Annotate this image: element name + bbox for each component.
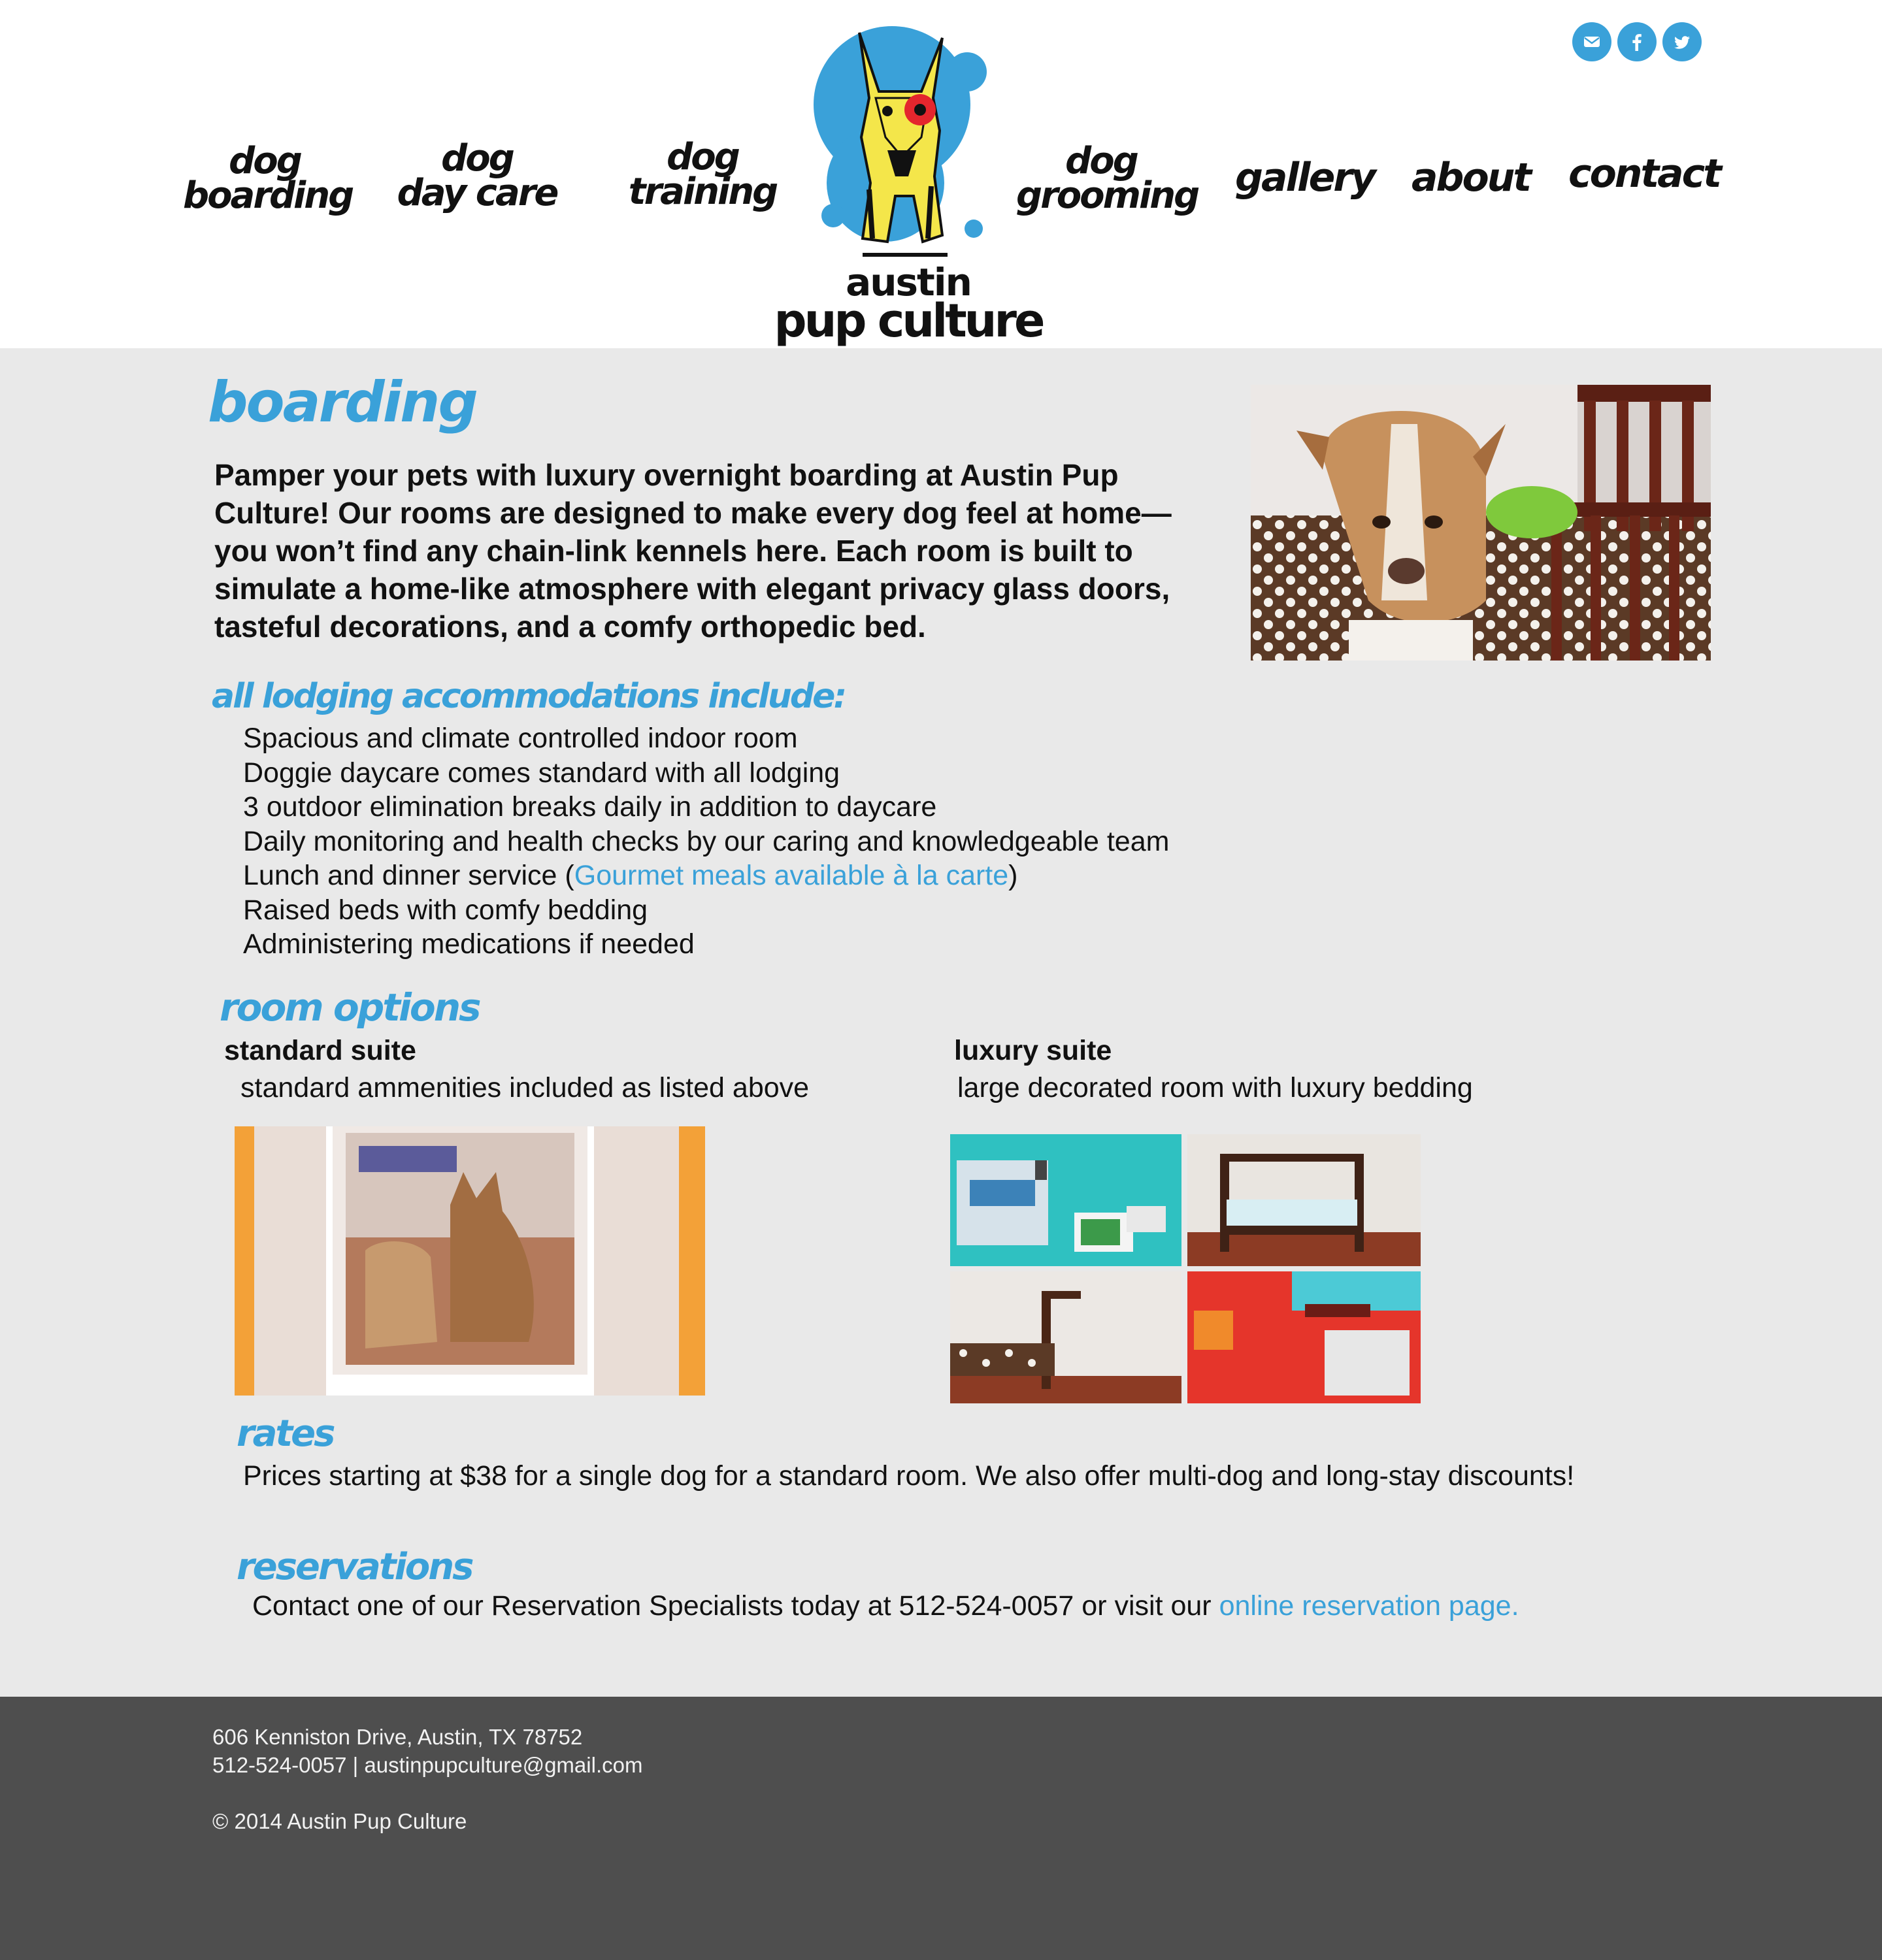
list-item: Lunch and dinner service (Gourmet meals … [243, 858, 1169, 893]
standard-suite-desc: standard ammenities included as listed a… [240, 1072, 810, 1103]
facebook-icon[interactable] [1617, 22, 1657, 61]
footer-contact: 512-524-0057 | austinpupculture@gmail.co… [212, 1753, 643, 1777]
hero-dog-photo [1251, 385, 1711, 661]
site-logo[interactable]: austin pup culture [771, 20, 1046, 348]
footer-copyright: © 2014 Austin Pup Culture [212, 1809, 467, 1833]
standard-suite-photo [235, 1126, 705, 1396]
meals-prefix: Lunch and dinner service ( [243, 860, 574, 891]
luxury-mural-photo [950, 1134, 1181, 1266]
gourmet-meals-link[interactable]: Gourmet meals available à la carte [574, 860, 1008, 891]
dog-logo-icon [814, 26, 987, 257]
amenities-heading: all lodging accommodations include: [212, 677, 847, 716]
reservations-heading: reservations [237, 1546, 474, 1588]
list-item: 3 outdoor elimination breaks daily in ad… [243, 791, 937, 823]
nav-dog-training[interactable]: dog training [627, 139, 778, 210]
rates-heading: rates [237, 1413, 335, 1455]
nav-dog-grooming[interactable]: dog grooming [1016, 142, 1200, 214]
luxury-bed-photo-2 [950, 1271, 1181, 1403]
logo-text-pup-culture: pup culture [774, 294, 1045, 348]
page-title: boarding [208, 370, 478, 435]
reservations-text: Contact one of our Reservation Specialis… [252, 1590, 1519, 1622]
intro-paragraph: Pamper your pets with luxury overnight b… [214, 458, 1172, 644]
footer-address: 606 Kenniston Drive, Austin, TX 78752 [212, 1725, 583, 1749]
site-header: dog boarding dog day care dog training aust… [0, 0, 1882, 348]
nav-about[interactable]: about [1412, 158, 1532, 197]
list-item: Doggie daycare comes standard with all l… [243, 757, 840, 789]
rates-text: Prices starting at $38 for a single dog … [243, 1460, 1575, 1492]
list-item: Spacious and climate controlled indoor r… [243, 723, 798, 754]
nav-contact[interactable]: contact [1568, 154, 1722, 193]
luxury-suite-desc: large decorated room with luxury bedding [957, 1072, 1473, 1103]
site-footer: 606 Kenniston Drive, Austin, TX 78752 51… [0, 1697, 1882, 1960]
online-reservation-link[interactable]: online reservation page. [1219, 1590, 1519, 1622]
meals-suffix: ) [1008, 860, 1018, 891]
twitter-icon[interactable] [1662, 22, 1702, 61]
email-icon[interactable] [1572, 22, 1611, 61]
reservations-prefix: Contact one of our Reservation Specialis… [252, 1590, 1219, 1622]
standard-suite-title: standard suite [224, 1035, 416, 1066]
list-item: Raised beds with comfy bedding [243, 894, 648, 926]
room-options-heading: room options [220, 985, 482, 1030]
nav-dog-boarding[interactable]: dog boarding [183, 142, 354, 214]
luxury-bed-photo-1 [1187, 1134, 1421, 1266]
luxury-club-mural-photo [1187, 1271, 1421, 1403]
nav-gallery[interactable]: gallery [1235, 158, 1376, 197]
luxury-suite-title: luxury suite [954, 1035, 1112, 1066]
list-item: Daily monitoring and health checks by ou… [243, 825, 1170, 857]
nav-dog-daycare[interactable]: dog day care [395, 140, 559, 211]
list-item: Administering medications if needed [243, 928, 695, 960]
amenities-list: Spacious and climate controlled indoor r… [243, 721, 1169, 962]
